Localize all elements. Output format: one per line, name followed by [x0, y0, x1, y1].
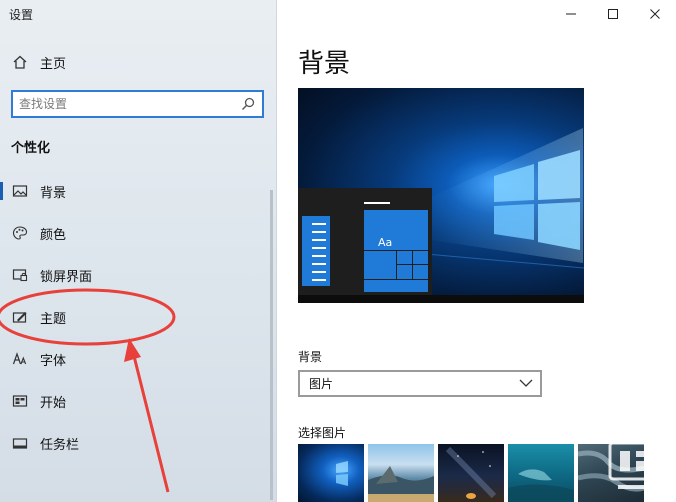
- sidebar-item-start[interactable]: 开始: [0, 383, 276, 419]
- sidebar-item-fonts[interactable]: 字体: [0, 341, 276, 377]
- close-icon: [650, 9, 660, 19]
- picture-thumbnail[interactable]: [368, 444, 434, 502]
- search-input[interactable]: [19, 93, 239, 115]
- sidebar-item-label: 主页: [40, 56, 67, 72]
- image-icon: [11, 182, 29, 200]
- sidebar: 设置 主页 个性化 背景 颜色 锁屏界面 主题: [0, 0, 277, 502]
- close-button[interactable]: [634, 0, 676, 28]
- minimize-icon: [566, 13, 576, 15]
- background-dropdown-value: 图片: [309, 377, 334, 391]
- picture-thumbnail[interactable]: [298, 444, 364, 502]
- watermark-logo: [606, 437, 668, 495]
- main-pane: 背景 Aa 背景 图片 选择图片: [278, 0, 676, 502]
- sidebar-scrollbar[interactable]: [270, 190, 273, 500]
- chevron-down-icon: [519, 379, 533, 387]
- picture-thumbnails: [298, 444, 644, 502]
- sidebar-item-label: 任务栏: [40, 437, 80, 453]
- sidebar-item-label: 颜色: [40, 227, 67, 243]
- preview-taskbar: [298, 295, 584, 303]
- sidebar-item-themes[interactable]: 主题: [0, 299, 276, 335]
- background-dropdown[interactable]: 图片: [298, 370, 542, 397]
- sidebar-item-label: 主题: [40, 311, 67, 327]
- picture-thumbnail[interactable]: [438, 444, 504, 502]
- preview-tile-text: Aa: [378, 236, 393, 249]
- sidebar-item-home[interactable]: 主页: [0, 44, 276, 80]
- theme-icon: [11, 308, 29, 326]
- sidebar-item-colors[interactable]: 颜色: [0, 215, 276, 251]
- preview-start-menu: Aa: [298, 188, 432, 295]
- taskbar-icon: [11, 434, 29, 452]
- minimize-button[interactable]: [550, 0, 592, 28]
- preview-start-tiles: [302, 202, 428, 292]
- sidebar-item-background[interactable]: 背景: [0, 173, 276, 209]
- page-title: 背景: [298, 49, 351, 79]
- sidebar-item-taskbar[interactable]: 任务栏: [0, 425, 276, 461]
- maximize-icon: [608, 9, 618, 19]
- picture-thumbnail[interactable]: [508, 444, 574, 502]
- start-icon: [11, 392, 29, 410]
- palette-icon: [11, 224, 29, 242]
- background-label: 背景: [298, 350, 323, 364]
- section-heading: 个性化: [11, 141, 51, 156]
- font-icon: [11, 350, 29, 368]
- search-icon[interactable]: [240, 96, 256, 112]
- sidebar-item-label: 字体: [40, 353, 67, 369]
- search-box[interactable]: [11, 90, 264, 118]
- window-controls: [550, 0, 676, 28]
- choose-picture-label: 选择图片: [298, 426, 347, 440]
- app-title: 设置: [9, 8, 34, 22]
- sidebar-item-lock-screen[interactable]: 锁屏界面: [0, 257, 276, 293]
- sidebar-item-label: 锁屏界面: [40, 269, 93, 285]
- sidebar-item-label: 背景: [40, 185, 67, 201]
- background-preview: Aa: [298, 88, 584, 303]
- home-icon: [11, 53, 29, 71]
- sidebar-item-label: 开始: [40, 395, 67, 411]
- maximize-button[interactable]: [592, 0, 634, 28]
- lock-screen-icon: [11, 266, 29, 284]
